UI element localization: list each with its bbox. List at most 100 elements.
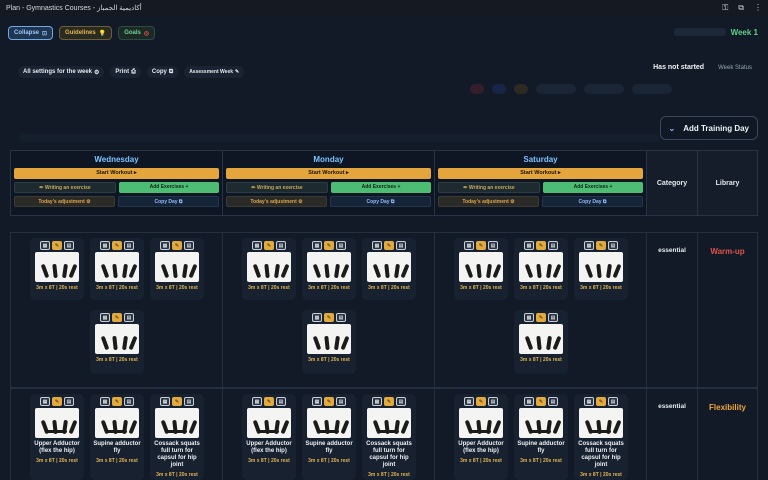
video-icon[interactable]: ▦ xyxy=(160,241,170,250)
video-icon[interactable]: ▦ xyxy=(100,397,110,406)
exercise-card[interactable]: ▦ ✎ ▤ Cossack squats full turn for capsul f… xyxy=(150,394,204,480)
pencil-icon[interactable]: ✎ xyxy=(596,397,606,406)
video-icon[interactable]: ▦ xyxy=(524,313,534,322)
key-icon[interactable]: ⚿ xyxy=(722,3,728,13)
delete-icon[interactable]: ▤ xyxy=(336,241,346,250)
delete-icon[interactable]: ▤ xyxy=(124,397,134,406)
exercise-card[interactable]: ▦ ✎ ▤ 3m x 8T | 20s rest xyxy=(574,238,628,300)
pencil-icon[interactable]: ✎ xyxy=(324,313,334,322)
video-icon[interactable]: ▦ xyxy=(312,397,322,406)
delete-icon[interactable]: ▤ xyxy=(548,241,558,250)
video-icon[interactable]: ▦ xyxy=(40,241,50,250)
todays-adjustment-button[interactable]: Today's adjustment ⚙ xyxy=(14,196,115,207)
pencil-icon[interactable]: ✎ xyxy=(172,241,182,250)
add-exercises-button[interactable]: Add Exercises + xyxy=(543,182,643,193)
video-icon[interactable]: ▦ xyxy=(524,241,534,250)
exercise-card[interactable]: ▦ ✎ ▤ 3m x 8T | 20s rest xyxy=(90,310,144,374)
exercise-card[interactable]: ▦ ✎ ▤ 3m x 8T | 20s rest xyxy=(302,238,356,300)
exercise-card[interactable]: ▦ ✎ ▤ 3m x 8T | 20s rest xyxy=(514,238,568,300)
pencil-icon[interactable]: ✎ xyxy=(52,397,62,406)
delete-icon[interactable]: ▤ xyxy=(488,397,498,406)
delete-icon[interactable]: ▤ xyxy=(336,397,346,406)
collapse-button[interactable]: Collapse ⊡ xyxy=(8,26,54,40)
week-status-dropdown[interactable]: Week Status xyxy=(718,65,752,71)
copy-day-button[interactable]: Copy Day ⧉ xyxy=(542,196,643,207)
delete-icon[interactable]: ▤ xyxy=(548,313,558,322)
todays-adjustment-button[interactable]: Today's adjustment ⚙ xyxy=(438,196,539,207)
exercise-card[interactable]: ▦ ✎ ▤ Upper Adductor (flex the hip) 3m x 8T … xyxy=(454,394,508,480)
video-icon[interactable]: ▦ xyxy=(252,241,262,250)
delete-icon[interactable]: ▤ xyxy=(488,241,498,250)
video-icon[interactable]: ▦ xyxy=(584,397,594,406)
writing-exercise-button[interactable]: ✏ Writing an exercise xyxy=(438,182,540,193)
delete-icon[interactable]: ▤ xyxy=(336,313,346,322)
assessment-week-button[interactable]: Assessment Week ✎ xyxy=(184,66,245,78)
delete-icon[interactable]: ▤ xyxy=(608,241,618,250)
exercise-card[interactable]: ▦ ✎ ▤ 3m x 8T | 20s rest xyxy=(150,238,204,300)
delete-icon[interactable]: ▤ xyxy=(124,241,134,250)
video-icon[interactable]: ▦ xyxy=(100,313,110,322)
exercise-card[interactable]: ▦ ✎ ▤ 3m x 8T | 20s rest xyxy=(302,310,356,374)
video-icon[interactable]: ▦ xyxy=(372,241,382,250)
exercise-card[interactable]: ▦ ✎ ▤ Upper Adductor (flex the hip) 3m x 8T … xyxy=(30,394,84,480)
start-workout-button[interactable]: Start Workout ▸ xyxy=(438,168,643,179)
all-settings-button[interactable]: All settings for the week ⚙ xyxy=(18,66,105,78)
pencil-icon[interactable]: ✎ xyxy=(172,397,182,406)
delete-icon[interactable]: ▤ xyxy=(276,241,286,250)
video-icon[interactable]: ▦ xyxy=(160,397,170,406)
video-icon[interactable]: ▦ xyxy=(372,397,382,406)
exercise-card[interactable]: ▦ ✎ ▤ 3m x 8T | 20s rest xyxy=(242,238,296,300)
start-workout-button[interactable]: Start Workout ▸ xyxy=(14,168,219,179)
delete-icon[interactable]: ▤ xyxy=(184,397,194,406)
guidelines-button[interactable]: Guidelines 💡 xyxy=(59,26,113,40)
pencil-icon[interactable]: ✎ xyxy=(112,397,122,406)
start-workout-button[interactable]: Start Workout ▸ xyxy=(226,168,431,179)
exercise-card[interactable]: ▦ ✎ ▤ 3m x 8T | 20s rest xyxy=(362,238,416,300)
exercise-card[interactable]: ▦ ✎ ▤ 3m x 8T | 20s rest xyxy=(30,238,84,300)
pencil-icon[interactable]: ✎ xyxy=(536,313,546,322)
video-icon[interactable]: ▦ xyxy=(312,313,322,322)
delete-icon[interactable]: ▤ xyxy=(64,397,74,406)
pencil-icon[interactable]: ✎ xyxy=(596,241,606,250)
delete-icon[interactable]: ▤ xyxy=(64,241,74,250)
exercise-card[interactable]: ▦ ✎ ▤ Supine adductor fly 3m x 8T | 20s rest xyxy=(514,394,568,480)
add-exercises-button[interactable]: Add Exercises + xyxy=(331,182,431,193)
pencil-icon[interactable]: ✎ xyxy=(476,241,486,250)
exercise-card[interactable]: ▦ ✎ ▤ 3m x 8T | 20s rest xyxy=(514,310,568,374)
exercise-card[interactable]: ▦ ✎ ▤ Supine adductor fly 3m x 8T | 20s rest xyxy=(90,394,144,480)
pencil-icon[interactable]: ✎ xyxy=(324,397,334,406)
todays-adjustment-button[interactable]: Today's adjustment ⚙ xyxy=(226,196,327,207)
delete-icon[interactable]: ▤ xyxy=(608,397,618,406)
delete-icon[interactable]: ▤ xyxy=(124,313,134,322)
delete-icon[interactable]: ▤ xyxy=(276,397,286,406)
extension-icon[interactable]: ⧉ xyxy=(738,3,744,13)
add-training-day-button[interactable]: ⌄ Add Training Day xyxy=(659,116,758,140)
video-icon[interactable]: ▦ xyxy=(584,241,594,250)
print-button[interactable]: Print ⎙ xyxy=(110,66,141,78)
video-icon[interactable]: ▦ xyxy=(464,397,474,406)
pencil-icon[interactable]: ✎ xyxy=(52,241,62,250)
copy-day-button[interactable]: Copy Day ⧉ xyxy=(330,196,431,207)
video-icon[interactable]: ▦ xyxy=(524,397,534,406)
copy-day-button[interactable]: Copy Day ⧉ xyxy=(118,196,219,207)
pencil-icon[interactable]: ✎ xyxy=(324,241,334,250)
pencil-icon[interactable]: ✎ xyxy=(264,241,274,250)
exercise-card[interactable]: ▦ ✎ ▤ Cossack squats full turn for capsul f… xyxy=(362,394,416,480)
video-icon[interactable]: ▦ xyxy=(252,397,262,406)
delete-icon[interactable]: ▤ xyxy=(396,241,406,250)
library-label[interactable]: Warm-up xyxy=(710,247,744,256)
delete-icon[interactable]: ▤ xyxy=(184,241,194,250)
week-selector-blurred[interactable] xyxy=(674,28,726,36)
copy-button[interactable]: Copy ⧉ xyxy=(146,66,179,78)
pencil-icon[interactable]: ✎ xyxy=(112,241,122,250)
pencil-icon[interactable]: ✎ xyxy=(384,241,394,250)
library-label[interactable]: Flexibility xyxy=(709,403,746,412)
delete-icon[interactable]: ▤ xyxy=(548,397,558,406)
pencil-icon[interactable]: ✎ xyxy=(112,313,122,322)
video-icon[interactable]: ▦ xyxy=(464,241,474,250)
pencil-icon[interactable]: ✎ xyxy=(536,241,546,250)
more-icon[interactable]: ⋮ xyxy=(754,3,762,13)
exercise-card[interactable]: ▦ ✎ ▤ Cossack squats full turn for capsul f… xyxy=(574,394,628,480)
video-icon[interactable]: ▦ xyxy=(40,397,50,406)
writing-exercise-button[interactable]: ✏ Writing an exercise xyxy=(226,182,328,193)
